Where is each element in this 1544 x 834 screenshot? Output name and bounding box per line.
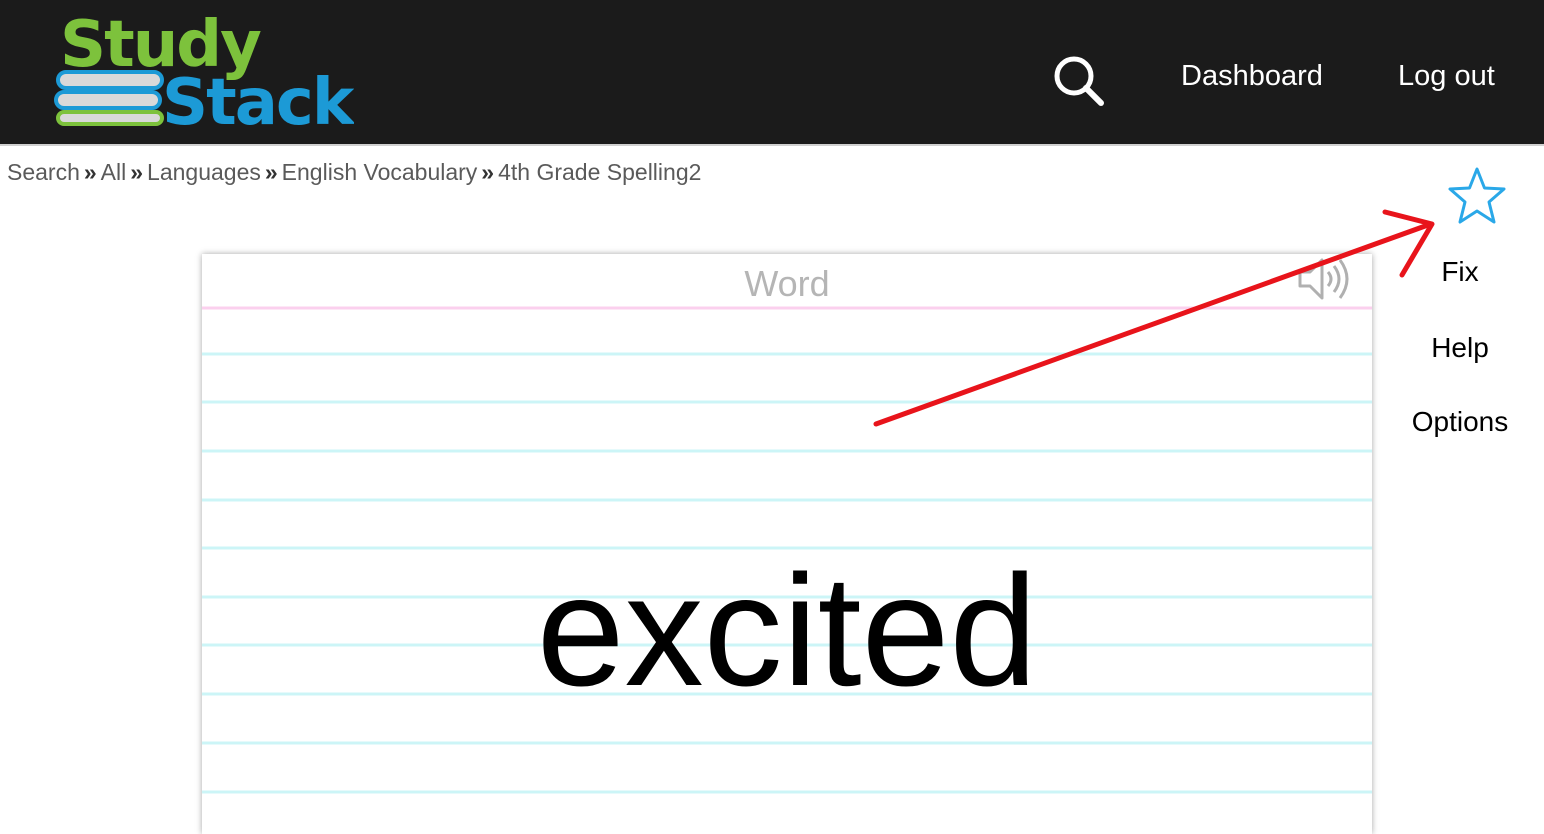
studystack-logo[interactable]: Study Stack (54, 10, 354, 130)
breadcrumb-separator: » (130, 159, 144, 185)
flashcard[interactable]: Word excited (202, 254, 1372, 834)
speaker-icon[interactable] (1294, 254, 1354, 304)
breadcrumb-item-english-vocabulary[interactable]: English Vocabulary (282, 159, 478, 185)
options-link[interactable]: Options (1390, 405, 1530, 439)
breadcrumb-separator: » (481, 159, 495, 185)
fix-link[interactable]: Fix (1390, 255, 1530, 289)
search-icon[interactable] (1050, 52, 1106, 108)
breadcrumb-separator: » (264, 159, 278, 185)
breadcrumb-item-4th-grade-spelling2[interactable]: 4th Grade Spelling2 (498, 159, 701, 185)
card-side-heading: Word (744, 263, 830, 304)
star-icon[interactable] (1446, 166, 1508, 228)
top-navigation-bar: Study Stack Dashboard Log out (0, 0, 1544, 146)
logo-bottom-text: Stack (162, 66, 354, 130)
card-term: excited (536, 543, 1038, 719)
help-link[interactable]: Help (1390, 331, 1530, 365)
breadcrumb: Search» All» Languages» English Vocabulary»… (7, 156, 701, 188)
breadcrumb-item-search[interactable]: Search (7, 159, 80, 185)
logout-link[interactable]: Log out (1398, 58, 1495, 94)
breadcrumb-item-all[interactable]: All (101, 159, 127, 185)
breadcrumb-item-languages[interactable]: Languages (147, 159, 261, 185)
dashboard-link[interactable]: Dashboard (1181, 58, 1323, 94)
breadcrumb-separator: » (83, 159, 97, 185)
